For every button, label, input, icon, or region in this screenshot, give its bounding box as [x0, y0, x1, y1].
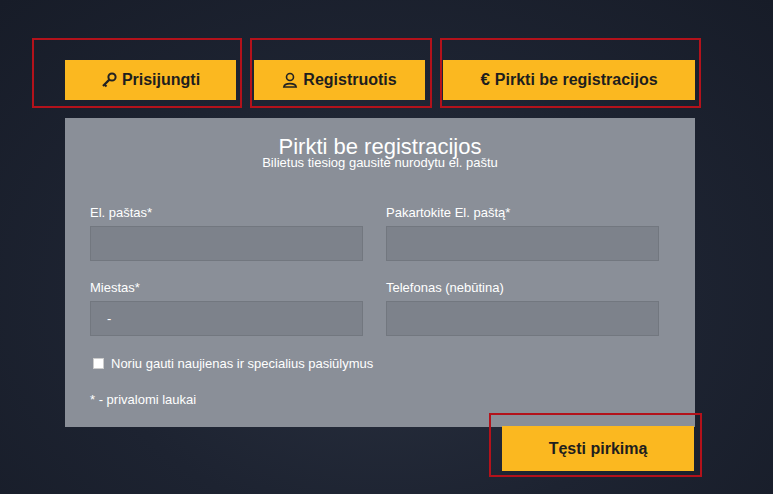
submit-row: Tęsti pirkimą	[0, 427, 773, 477]
newsletter-option[interactable]: Noriu gauti naujienas ir specialius pasi…	[93, 356, 659, 371]
auth-button[interactable]: €Pirkti be registracijos	[443, 60, 695, 100]
text-input[interactable]	[90, 226, 363, 261]
form-field: Pakartokite El. paštą*	[386, 205, 659, 261]
form-field: El. paštas*	[90, 205, 363, 261]
highlight-box: Tęsti pirkimą	[489, 413, 702, 477]
auth-button[interactable]: Prisijungti	[65, 60, 236, 100]
text-input[interactable]	[386, 301, 659, 336]
field-label: Telefonas (nebūtina)	[386, 280, 659, 296]
field-label: Pakartokite El. paštą*	[386, 205, 659, 221]
page: PrisijungtiRegistruotis€Pirkti be regist…	[0, 0, 773, 494]
form-field: Miestas* -	[90, 280, 363, 336]
text-input[interactable]: -	[90, 301, 363, 336]
euro-icon: €	[480, 70, 489, 90]
continue-button[interactable]: Tęsti pirkimą	[502, 426, 694, 471]
guest-purchase-form: Pirkti be registracijosBilietus tiesiog …	[65, 118, 695, 427]
checkbox[interactable]	[93, 358, 104, 369]
highlight-box: €Pirkti be registracijos	[440, 38, 701, 108]
user-icon	[282, 72, 298, 88]
highlight-box: Registruotis	[250, 38, 432, 108]
key-icon	[101, 72, 117, 88]
auth-buttons: Prisijungti Registruotis €Pirkti be regist…	[32, 38, 773, 108]
form-field: Telefonas (nebūtina)	[386, 280, 659, 336]
form-fields: El. paštas* Pakartokite El. paštą* Miestas…	[90, 205, 659, 336]
form-subtitle: Bilietus tiesiog gausite nurodytu el. pa…	[90, 155, 659, 170]
field-label: Miestas*	[90, 280, 363, 296]
auth-button[interactable]: Registruotis	[254, 60, 425, 100]
required-note: * - privalomi laukai	[90, 392, 659, 407]
highlight-box: Prisijungti	[32, 38, 242, 108]
field-label: El. paštas*	[90, 205, 363, 221]
text-input[interactable]	[386, 226, 659, 261]
